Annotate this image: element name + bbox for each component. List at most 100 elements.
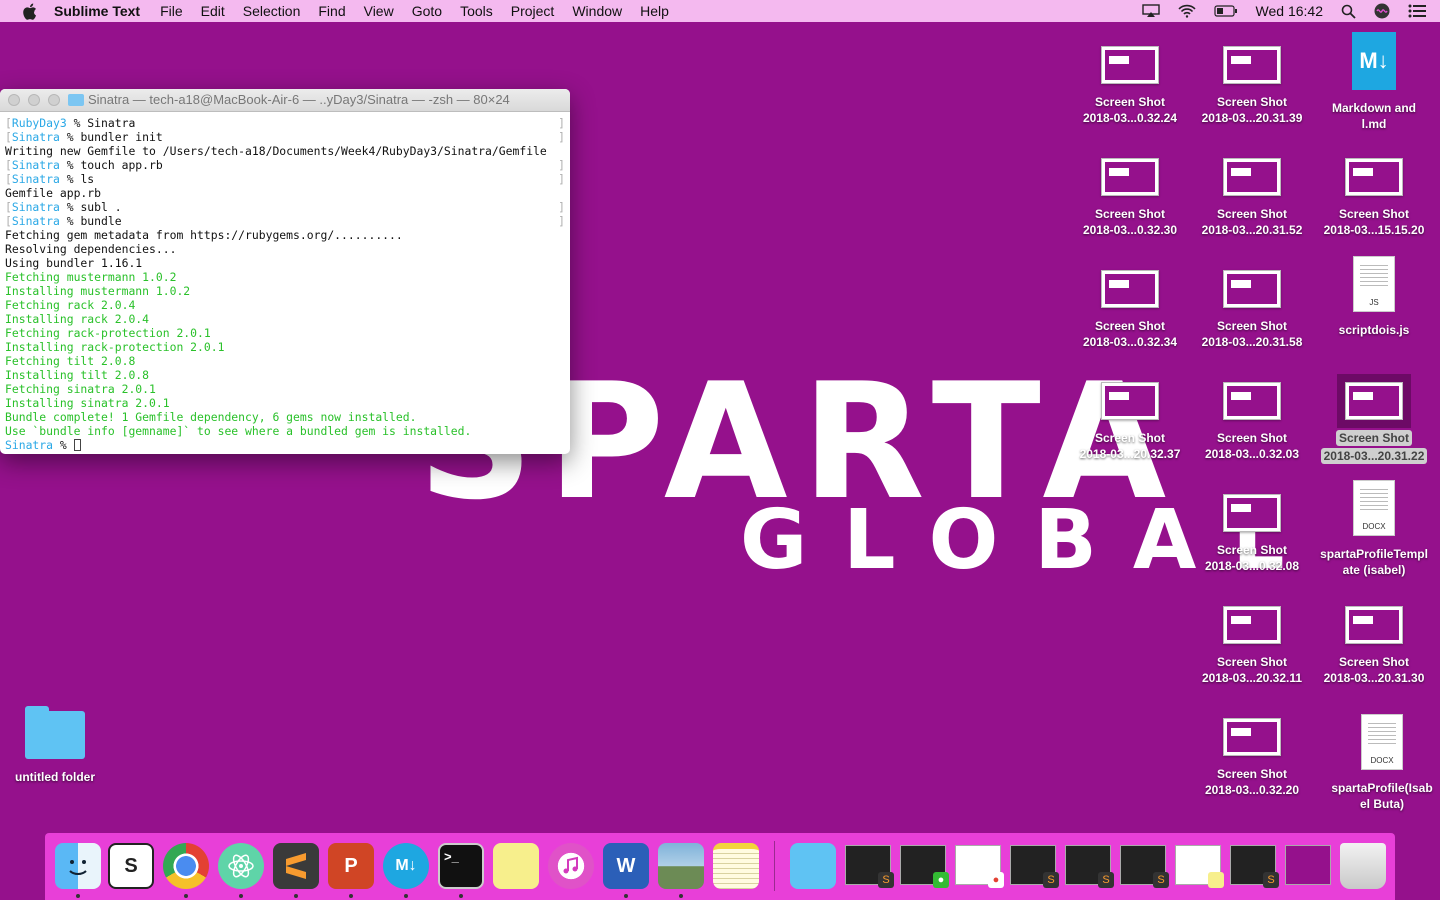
menu-view[interactable]: View	[364, 3, 394, 19]
sublime-merge-icon[interactable]: S	[108, 843, 154, 889]
trash-icon[interactable]	[1340, 843, 1386, 889]
prompt-command: % subl .	[66, 200, 122, 214]
file-name-line2: 2018-03...20.31.52	[1201, 223, 1303, 237]
menu-app-name[interactable]: Sublime Text	[54, 3, 140, 19]
screenshot-thumbnail-icon	[1337, 374, 1411, 428]
minimized-window-thumbnail[interactable]: ●	[900, 845, 949, 888]
desktop-file[interactable]: Screen Shot 2018-03...20.31.22	[1314, 374, 1434, 465]
file-name: spartaProfile(Isab	[1331, 781, 1433, 795]
terminal-icon[interactable]: >_	[438, 843, 484, 889]
preview-icon[interactable]	[658, 843, 704, 889]
desktop-file[interactable]: DOCX spartaProfile(Isab el Buta)	[1322, 714, 1440, 812]
wifi-icon[interactable]	[1177, 4, 1196, 18]
file-name: Screen Shot	[1216, 431, 1288, 445]
desktop-file[interactable]: DOCX spartaProfileTempl ate (isabel)	[1314, 480, 1434, 578]
file-name: untitled folder	[15, 770, 95, 784]
minimized-window-thumbnail[interactable]: S	[1120, 845, 1169, 888]
powerpoint-icon[interactable]: P	[328, 843, 374, 889]
finder-icon[interactable]	[55, 843, 101, 889]
minimized-window-thumbnail[interactable]: S	[1230, 845, 1279, 888]
chrome-icon[interactable]	[163, 843, 209, 889]
menu-selection[interactable]: Selection	[243, 3, 301, 19]
word-icon[interactable]: W	[603, 843, 649, 889]
desktop-file[interactable]: Screen Shot 2018-03...20.31.30	[1314, 602, 1434, 686]
clock[interactable]: Wed 16:42	[1256, 3, 1323, 19]
notification-center-icon[interactable]	[1408, 4, 1426, 18]
desktop-file[interactable]: Screen Shot 2018-03...20.32.11	[1192, 602, 1312, 686]
desktop-file[interactable]: Screen Shot 2018-03...20.32.37	[1070, 378, 1190, 462]
desktop-file[interactable]: Screen Shot 2018-03...15.15.20	[1314, 154, 1434, 238]
desktop-file[interactable]: Screen Shot 2018-03...0.32.20	[1192, 714, 1312, 798]
minimize-window-button[interactable]	[28, 94, 40, 106]
desktop-file[interactable]: Screen Shot 2018-03...0.32.03	[1192, 378, 1312, 462]
minimized-window-thumbnail[interactable]: ●	[955, 845, 1004, 888]
terminal-line: Sinatra %	[5, 438, 565, 452]
prompt-directory: Sinatra	[11, 214, 60, 228]
atom-icon[interactable]	[218, 843, 264, 889]
terminal-line: Fetching sinatra 2.0.1	[5, 382, 565, 396]
prompt-bracket: ]	[558, 214, 565, 228]
siri-icon[interactable]	[1374, 3, 1390, 19]
minimized-window-thumbnail[interactable]: S	[1065, 845, 1114, 888]
desktop-file[interactable]: Screen Shot 2018-03...0.32.08	[1192, 490, 1312, 574]
downloads-stack-icon[interactable]	[790, 843, 836, 889]
file-name-line2: el Buta)	[1359, 797, 1404, 811]
menu-goto[interactable]: Goto	[412, 3, 442, 19]
desktop-folder[interactable]: untitled folder	[0, 705, 115, 785]
minimized-window-thumbnail[interactable]: S	[845, 845, 894, 888]
file-name: Screen Shot	[1094, 431, 1166, 445]
output-text: Installing tilt 2.0.8	[5, 368, 150, 382]
menu-window[interactable]: Window	[572, 3, 622, 19]
folder-icon	[25, 706, 85, 759]
battery-icon[interactable]	[1213, 5, 1238, 17]
menu-edit[interactable]: Edit	[201, 3, 225, 19]
desktop-file[interactable]: Screen Shot 2018-03...0.32.24	[1070, 42, 1190, 126]
minimized-window-thumbnail[interactable]: S	[1010, 845, 1059, 888]
desktop-file[interactable]: Screen Shot 2018-03...20.31.58	[1192, 266, 1312, 350]
menu-help[interactable]: Help	[640, 3, 669, 19]
terminal-titlebar[interactable]: Sinatra — tech-a18@MacBook-Air-6 — ..yDa…	[0, 89, 570, 112]
screenshot-thumbnail-icon	[1223, 270, 1281, 308]
desktop-file[interactable]: JS scriptdois.js	[1314, 256, 1434, 338]
markdown-file-icon: M↓	[1352, 32, 1396, 90]
terminal-title: Sinatra — tech-a18@MacBook-Air-6 — ..yDa…	[68, 92, 510, 107]
apple-icon[interactable]	[20, 2, 38, 20]
markdown-icon[interactable]: M↓	[383, 843, 429, 889]
running-indicator	[349, 894, 353, 898]
menu-find[interactable]: Find	[318, 3, 345, 19]
prompt-command: % Sinatra	[73, 116, 136, 130]
screenshot-thumbnail-icon	[1345, 606, 1403, 644]
spotlight-search-icon[interactable]	[1341, 4, 1356, 19]
file-name: Screen Shot	[1216, 655, 1288, 669]
file-name-line2: 2018-03...0.32.20	[1204, 783, 1300, 797]
itunes-icon[interactable]	[548, 843, 594, 889]
minimized-window-thumbnail[interactable]	[1285, 845, 1331, 885]
desktop-file[interactable]: Screen Shot 2018-03...20.31.39	[1192, 42, 1312, 126]
airplay-icon[interactable]	[1141, 4, 1160, 18]
menu-project[interactable]: Project	[511, 3, 555, 19]
zoom-window-button[interactable]	[48, 94, 60, 106]
close-window-button[interactable]	[8, 94, 20, 106]
minimized-window-thumbnail[interactable]	[1175, 845, 1224, 888]
status-area: Wed 16:42	[1133, 0, 1440, 22]
desktop-file[interactable]: Screen Shot 2018-03...20.31.52	[1192, 154, 1312, 238]
file-name-line2: 2018-03...0.32.34	[1082, 335, 1178, 349]
terminal-window[interactable]: Sinatra — tech-a18@MacBook-Air-6 — ..yDa…	[0, 89, 570, 454]
desktop-file[interactable]: Screen Shot 2018-03...0.32.30	[1070, 154, 1190, 238]
running-indicator	[679, 894, 683, 898]
menu-file[interactable]: File	[160, 3, 183, 19]
desktop-file[interactable]: Screen Shot 2018-03...0.32.34	[1070, 266, 1190, 350]
file-name-line2: 2018-03...0.32.24	[1082, 111, 1178, 125]
stickies-icon[interactable]	[493, 843, 539, 889]
screenshot-thumbnail-icon	[1223, 382, 1281, 420]
file-name-line2: 2018-03...20.32.37	[1079, 447, 1181, 461]
file-name: Screen Shot	[1338, 655, 1410, 669]
terminal-output[interactable]: [RubyDay3 % Sinatra] [Sinatra % bundler i…	[0, 112, 570, 454]
desktop-file[interactable]: M↓ Markdown and l.md	[1314, 32, 1434, 132]
file-name: Screen Shot	[1094, 95, 1166, 109]
notes-icon[interactable]	[713, 843, 759, 889]
sublime-text-icon[interactable]	[273, 843, 319, 889]
menu-tools[interactable]: Tools	[460, 3, 493, 19]
prompt-bracket: ]	[558, 172, 565, 186]
screenshot-thumbnail-icon	[1101, 270, 1159, 308]
